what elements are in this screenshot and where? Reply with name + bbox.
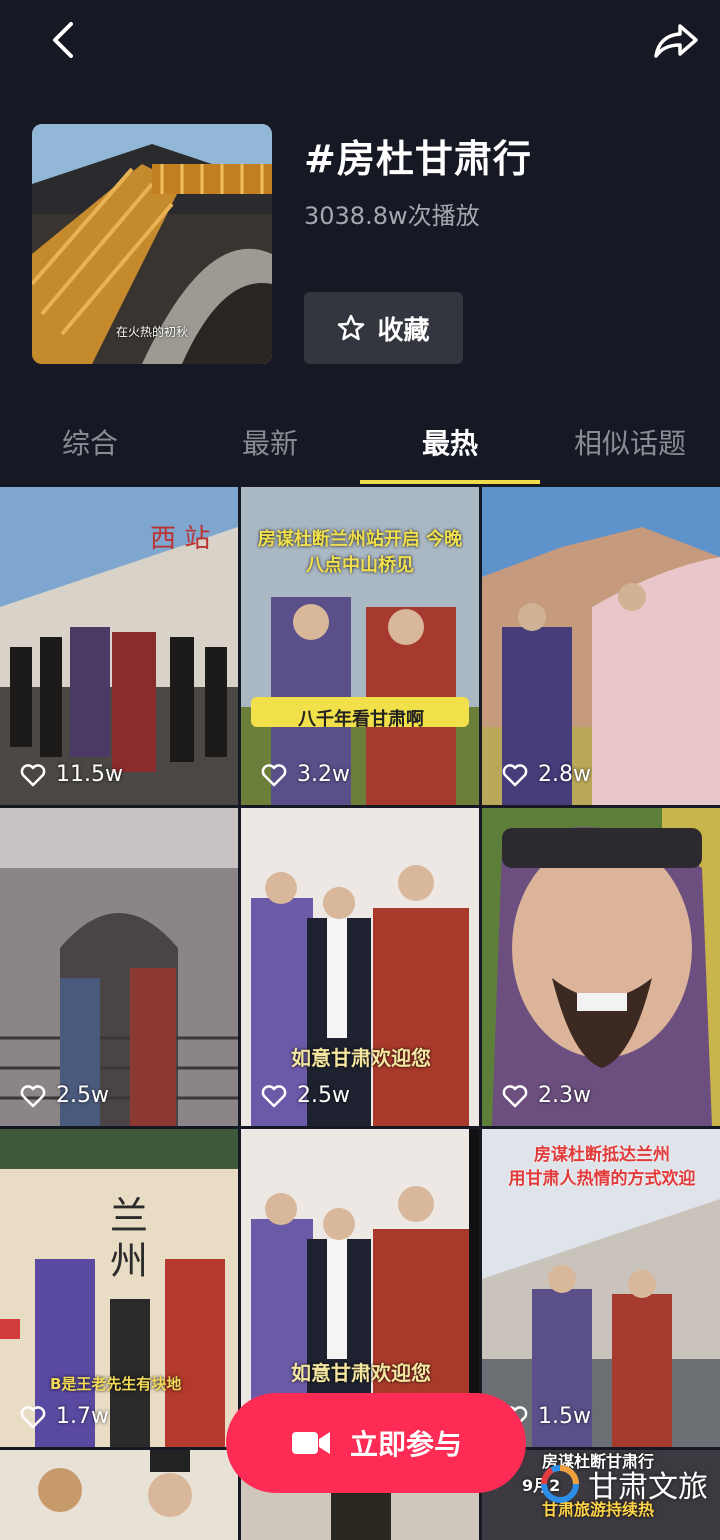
tab-bar: 综合 最新 最热 相似话题 [0,404,720,486]
brand-logo-icon [540,1465,579,1503]
heart-outline-icon [20,1084,46,1107]
like-count: 2.5w [20,1083,109,1108]
heart-outline-icon [20,1405,46,1428]
video-overlay-text: 如意甘肃欢迎您 [291,1361,431,1385]
like-count: 1.7w [20,1404,109,1429]
cover-caption: 在火热的初秋 [115,325,188,339]
video-card[interactable]: 兰 州 B是王老先生有块地 1.7w [0,1129,238,1447]
video-card[interactable] [0,1450,238,1540]
like-count: 2.5w [261,1083,350,1108]
tab-hottest[interactable]: 最热 [360,422,540,462]
video-card[interactable]: 房谋杜断兰州站开启 今晚八点中山桥见 八千年看甘肃啊 3.2w [241,487,479,805]
video-camera-icon [291,1432,330,1454]
video-card[interactable]: 2.3w [482,808,720,1126]
video-overlay-text: 房谋杜断抵达兰州 用甘肃人热情的方式欢迎 [508,1145,696,1189]
svg-text:西 站: 西 站 [150,524,210,554]
video-overlay-text: 如意甘肃欢迎您 [291,1046,431,1070]
heart-outline-icon [502,763,528,786]
video-card[interactable]: 房谋杜断抵达兰州 用甘肃人热情的方式欢迎 1.5w [482,1129,720,1447]
tab-latest[interactable]: 最新 [180,422,360,462]
heart-outline-icon [20,763,46,786]
star-outline-icon [338,314,365,341]
topic-cover-image: 在火热的初秋 [32,124,272,364]
share-arrow-icon [654,24,698,58]
like-count: 11.5w [20,762,123,787]
like-count: 3.2w [261,762,350,787]
chevron-left-icon [53,22,73,58]
tab-similar-topics[interactable]: 相似话题 [540,422,720,462]
tab-comprehensive[interactable]: 综合 [0,422,180,462]
heart-outline-icon [261,1084,287,1107]
back-button[interactable] [40,18,84,62]
video-overlay-banner: 八千年看甘肃啊 [298,709,424,730]
video-card[interactable]: 如意甘肃欢迎您 2.5w [241,808,479,1126]
like-count: 2.8w [502,762,591,787]
favorite-label: 收藏 [377,315,430,346]
share-button[interactable] [650,18,702,62]
topic-title: #房杜甘肃行 [304,137,532,181]
video-overlay-text: B是王老先生有块地 [50,1375,182,1393]
active-tab-indicator [360,480,540,484]
join-now-label: 立即参与 [349,1428,462,1461]
heart-outline-icon [502,1084,528,1107]
video-card[interactable]: 2.8w [482,487,720,805]
top-bar [0,0,720,90]
favorite-button[interactable]: 收藏 [304,292,463,364]
like-count: 2.3w [502,1083,591,1108]
svg-text:兰: 兰 [110,1194,148,1238]
video-card[interactable]: 西 站 11.5w [0,487,238,805]
channel-watermark: 甘肃文旅 [540,1462,708,1506]
join-now-button[interactable]: 立即参与 [226,1393,526,1493]
play-count: 3038.8w次播放 [304,202,480,230]
video-overlay-text: 房谋杜断兰州站开启 今晚八点中山桥见 [257,529,463,576]
topic-page: 在火热的初秋 #房杜甘肃行 3038.8w次播放 收藏 综合 最新 最热 相似话… [0,0,720,1540]
video-card[interactable]: 2.5w [0,808,238,1126]
watermark-text: 甘肃文旅 [588,1470,708,1505]
heart-outline-icon [261,763,287,786]
svg-text:州: 州 [110,1239,148,1283]
